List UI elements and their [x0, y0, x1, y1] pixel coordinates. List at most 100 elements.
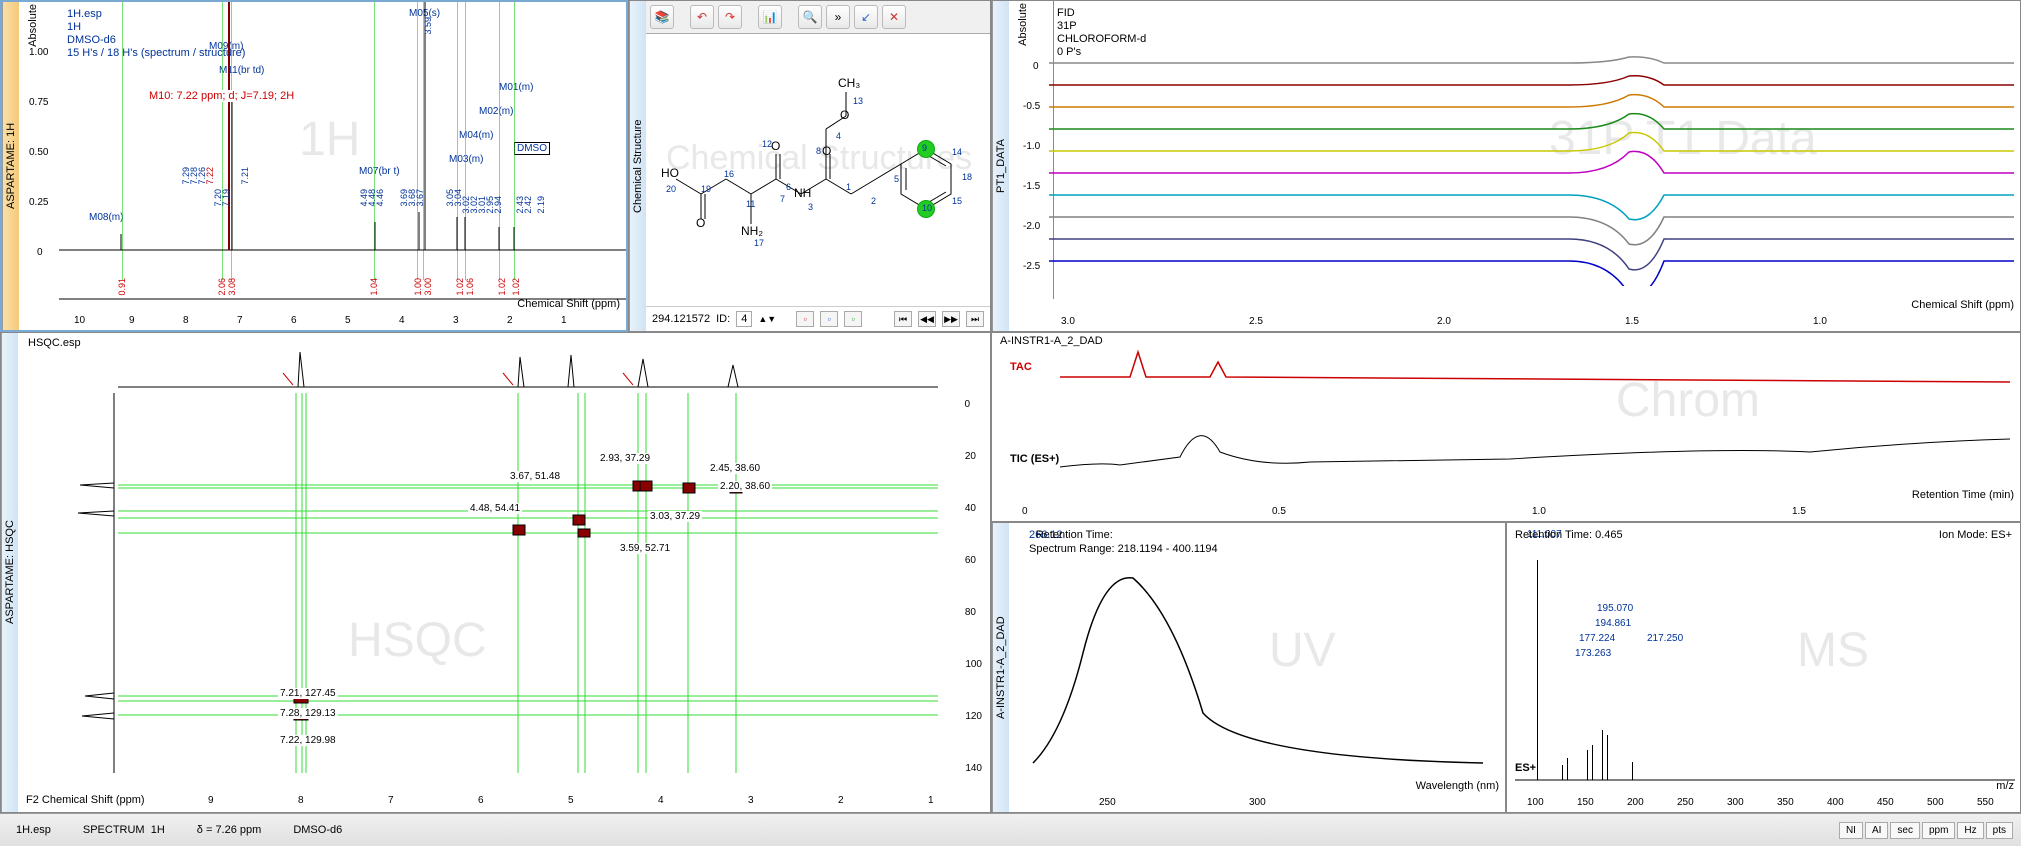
p31-label: PT1_DATA — [992, 1, 1009, 331]
expand-icon[interactable]: » — [826, 5, 850, 29]
h1-peaknum: 2.19 — [536, 196, 546, 214]
structure-id-value[interactable]: 4 — [736, 311, 752, 327]
hsqc-title: HSQC.esp — [28, 337, 81, 349]
h1-xtick: 7 — [237, 315, 243, 326]
h1-ytick: 0 — [37, 247, 43, 258]
chrom-plot[interactable] — [1010, 347, 2010, 487]
chrom-xtick: 0.5 — [1272, 506, 1286, 517]
h1-peaknum: 3.59 — [423, 17, 433, 35]
first-icon[interactable]: ⏮ — [894, 311, 912, 327]
panel-ms[interactable]: MS Retention Time: 0.465 Ion Mode: ES+ E… — [1506, 522, 2021, 813]
hsqc-xtick: 3 — [748, 795, 754, 806]
structure-toolbar: 📚 ↶ ↷ 📊 🔍 » ↙ ✕ — [646, 1, 990, 34]
hsqc-xtick: 6 — [478, 795, 484, 806]
h1-integral: 1.00 — [413, 278, 423, 296]
open-structure-icon[interactable]: 📚 — [650, 5, 674, 29]
hsqc-cp: 3.59, 52.71 — [618, 543, 672, 554]
h1-xtick: 8 — [183, 315, 189, 326]
spectrum-icon[interactable]: 📊 — [758, 5, 782, 29]
hsqc-xtick: 8 — [298, 795, 304, 806]
hsqc-2d[interactable] — [118, 393, 938, 773]
structure-footer: 294.121572 ID: 4 ▲▼ ▫ ▫ ▫ ⏮ ◀◀ ▶▶ ⏭ — [646, 306, 990, 331]
status-spectrum: SPECTRUM — [83, 824, 145, 836]
uv-xtick: 250 — [1099, 797, 1116, 808]
p31-spectrum[interactable] — [1049, 51, 2014, 286]
p31-nucleus: 31P — [1057, 20, 1077, 32]
p31-count: 0 P's — [1057, 46, 1081, 58]
uv-xtick: 300 — [1249, 797, 1266, 808]
hsqc-cp: 3.67, 51.48 — [508, 471, 562, 482]
legend1-icon[interactable]: ▫ — [796, 311, 814, 327]
hsqc-xtick: 9 — [208, 795, 214, 806]
h1-xtick: 4 — [399, 315, 405, 326]
legend3-icon[interactable]: ▫ — [844, 311, 862, 327]
legend2-icon[interactable]: ▫ — [820, 311, 838, 327]
ms-es: ES+ — [1515, 762, 1536, 774]
hsqc-ytick: 60 — [965, 555, 976, 566]
atom-label: NH — [794, 186, 811, 200]
status-btn-sec[interactable]: sec — [1890, 822, 1920, 839]
hsqc-xtick: 2 — [838, 795, 844, 806]
h1-integral: 1.04 — [369, 278, 379, 296]
h1-integral: 2.06 — [217, 278, 227, 296]
redo-icon[interactable]: ↷ — [718, 5, 742, 29]
p31-xtick: 3.0 — [1061, 316, 1075, 327]
link-icon[interactable]: 🔍 — [798, 5, 822, 29]
uv-plot[interactable] — [1023, 553, 1503, 773]
hsqc-cp: 7.28, 129.13 — [278, 708, 338, 719]
next-icon[interactable]: ▶▶ — [942, 311, 960, 327]
chrom-xtick: 1.5 — [1792, 506, 1806, 517]
p31-ytick: -2.5 — [1023, 261, 1040, 272]
close-icon[interactable]: ✕ — [882, 5, 906, 29]
h1-peaknum: 2.42 — [523, 196, 533, 214]
structure-canvas[interactable]: Chemical Structures — [646, 34, 990, 306]
panel-chrom[interactable]: A-INSTR1-A_2_DAD Chrom TAC TIC (ES+) Ret… — [991, 332, 2021, 522]
last-icon[interactable]: ⏭ — [966, 311, 984, 327]
status-btn-ai[interactable]: AI — [1865, 822, 1888, 839]
h1-ytick: 0.25 — [29, 197, 48, 208]
uv-range: Spectrum Range: 218.1194 - 400.1194 — [1029, 543, 1218, 555]
panel-1h-label: ASPARTAME: 1H — [2, 2, 19, 330]
h1-ytick: 1.00 — [29, 47, 48, 58]
h1-peaknum: 3.67 — [415, 189, 425, 207]
hsqc-cp: 7.21, 127.45 — [278, 688, 338, 699]
p31-xtick: 2.0 — [1437, 316, 1451, 327]
watermark-ms: MS — [1797, 623, 1869, 678]
h1-file: 1H.esp — [67, 8, 102, 20]
collapse-icon[interactable]: ↙ — [854, 5, 878, 29]
chrom-xtick: 0 — [1022, 506, 1028, 517]
prev-icon[interactable]: ◀◀ — [918, 311, 936, 327]
hsqc-xtick: 1 — [928, 795, 934, 806]
hsqc-xtick: 5 — [568, 795, 574, 806]
atom-label: NH₂ — [741, 224, 763, 238]
h1-nucleus: 1H — [67, 21, 81, 33]
status-btn-ppm[interactable]: ppm — [1922, 822, 1955, 839]
panel-hsqc[interactable]: ASPARTAME: HSQC HSQC.esp HSQC — [0, 332, 991, 813]
h1-integral: 1.06 — [465, 278, 475, 296]
hsqc-cp: 2.45, 38.60 — [708, 463, 762, 474]
h1-peaknum: 2.94 — [493, 196, 503, 214]
structure-mass: 294.121572 — [652, 313, 710, 325]
hsqc-ytick: 20 — [965, 451, 976, 462]
ms-xtick: 400 — [1827, 797, 1844, 808]
hsqc-cp: 3.03, 37.29 — [648, 511, 702, 522]
h1-integral: 0.91 — [117, 278, 127, 296]
structure-id-label: ID: — [716, 313, 730, 325]
panel-31p[interactable]: PT1_DATA 31P T1 Data FID 31P CHLOROFORM-… — [991, 0, 2021, 332]
panel-1h[interactable]: ASPARTAME: 1H 1H 1H.esp 1H DMSO-d6 15 H'… — [0, 0, 628, 332]
panel-uv[interactable]: A-INSTR1-A_2_DAD UV 266.12 Retention Tim… — [991, 522, 1506, 813]
status-btn-ni[interactable]: NI — [1839, 822, 1863, 839]
p31-fid: FID — [1057, 7, 1075, 19]
chrom-xtick: 1.0 — [1532, 506, 1546, 517]
h1-integral: 1.02 — [455, 278, 465, 296]
h1-peaknum: 4.46 — [375, 189, 385, 207]
h1-spectrum[interactable] — [59, 2, 626, 262]
panel-structure[interactable]: Chemical Structure 📚 ↶ ↷ 📊 🔍 » ↙ ✕ Chemi… — [628, 0, 991, 332]
p31-ytick: 0 — [1033, 61, 1039, 72]
h1-xtick: 10 — [74, 315, 85, 326]
status-btn-hz[interactable]: Hz — [1957, 822, 1983, 839]
status-btn-pts[interactable]: pts — [1986, 822, 2013, 839]
ms-peak-label: 177.224 — [1579, 633, 1615, 644]
atom-label: O — [696, 216, 705, 230]
undo-icon[interactable]: ↶ — [690, 5, 714, 29]
